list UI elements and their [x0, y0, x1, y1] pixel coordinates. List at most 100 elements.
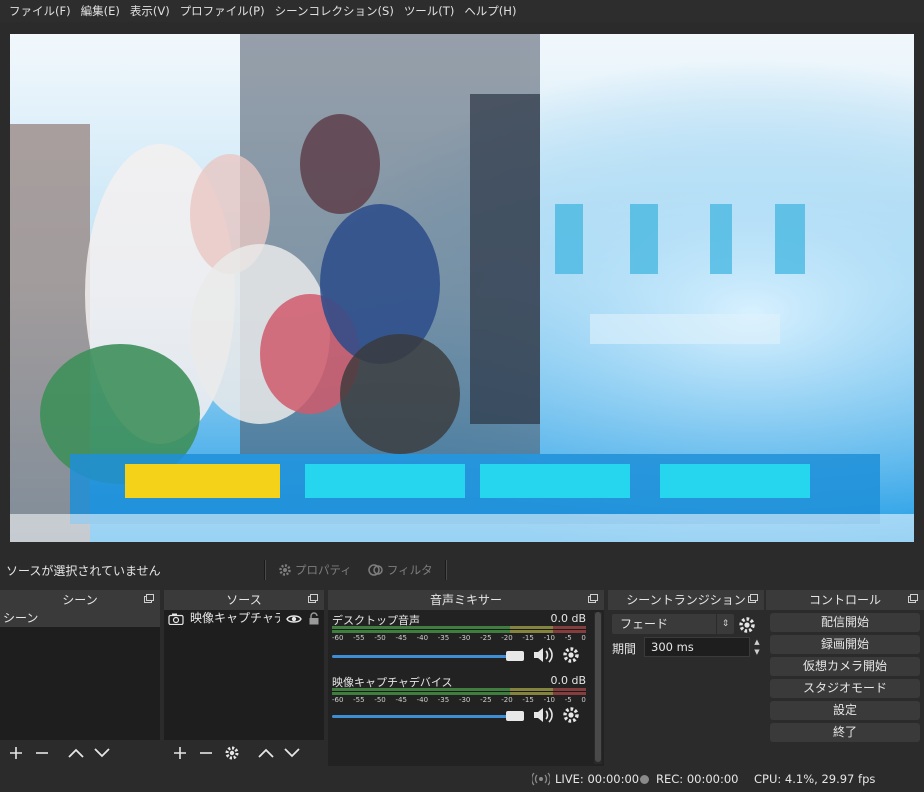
undock-icon[interactable]	[308, 594, 318, 603]
rec-status: REC: 00:00:00	[640, 772, 738, 786]
controls-body: 配信開始 録画開始 仮想カメラ開始 スタジオモード 設定 終了	[766, 610, 924, 766]
controls-dock-title: コントロール	[766, 590, 924, 610]
camera-icon	[168, 613, 184, 625]
properties-button[interactable]: プロパティ	[270, 562, 360, 578]
spin-down-icon[interactable]: ▼	[750, 647, 764, 657]
sources-footer	[164, 740, 324, 766]
filters-label: フィルタ	[386, 563, 433, 577]
preview-canvas[interactable]	[10, 34, 914, 542]
record-dot-icon	[640, 774, 649, 784]
transition-select[interactable]: フェード ⇕	[612, 614, 734, 634]
cpu-fps: CPU: 4.1%, 29.97 fps	[754, 772, 876, 786]
start-streaming-button[interactable]: 配信開始	[770, 613, 920, 632]
mixer-channel: 映像キャプチャデバイス 0.0 dB -60 -55 -50 -45 -40 -35 -…	[332, 674, 586, 734]
preview-image	[10, 34, 914, 542]
menu-edit[interactable]: 編集(E)	[76, 0, 125, 22]
volume-meter	[332, 688, 586, 695]
scenes-title: シーン	[62, 593, 98, 607]
duration-label: 期間	[612, 642, 637, 656]
chevron-down-icon	[94, 748, 110, 758]
sources-dock: ソース 映像キャプチャデバ	[164, 590, 324, 766]
menu-file[interactable]: ファイル(F)	[4, 0, 76, 22]
studio-mode-button[interactable]: スタジオモード	[770, 679, 920, 698]
filter-icon	[368, 564, 383, 576]
menu-help[interactable]: ヘルプ(H)	[459, 0, 521, 22]
duration-spinner[interactable]: ▲ ▼	[750, 637, 764, 657]
speaker-icon[interactable]	[532, 706, 554, 724]
live-time: LIVE: 00:00:00	[555, 772, 640, 786]
volume-slider[interactable]	[332, 711, 524, 721]
spin-up-icon[interactable]: ▲	[750, 637, 764, 647]
start-virtual-camera-button[interactable]: 仮想カメラ開始	[770, 657, 920, 676]
menu-scene-collection[interactable]: シーンコレクション(S)	[270, 0, 399, 22]
remove-source-button[interactable]	[194, 741, 218, 765]
channel-controls	[532, 646, 580, 664]
meter-ticks: -60 -55 -50 -45 -40 -35 -30 -25 -20 -15 -10 -5 0	[332, 634, 586, 642]
add-scene-button[interactable]	[4, 741, 28, 765]
filters-button[interactable]: フィルタ	[360, 562, 441, 578]
toolbar-separator	[444, 560, 447, 580]
settings-button[interactable]: 設定	[770, 701, 920, 720]
undock-icon[interactable]	[144, 594, 154, 603]
scenes-dock-title: シーン	[0, 590, 160, 610]
no-source-label: ソースが選択されていません	[6, 563, 161, 578]
scenes-dock: シーン シーン	[0, 590, 160, 766]
source-name: 映像キャプチャデバ	[190, 611, 280, 625]
scene-up-button[interactable]	[64, 741, 88, 765]
exit-button[interactable]: 終了	[770, 723, 920, 742]
chevron-updown-icon: ⇕	[716, 614, 734, 634]
duration-input[interactable]: 300 ms	[644, 637, 750, 657]
menu-tools[interactable]: ツール(T)	[399, 0, 460, 22]
source-toolbar: ソースが選択されていません プロパティ フィルタ	[0, 552, 924, 588]
channel-db: 0.0 dB	[550, 612, 586, 625]
rec-time: REC: 00:00:00	[656, 772, 739, 786]
volume-handle[interactable]	[506, 711, 524, 721]
channel-controls	[532, 706, 580, 724]
gear-icon[interactable]	[562, 646, 580, 664]
source-down-button[interactable]	[280, 741, 304, 765]
source-item[interactable]: 映像キャプチャデバ	[164, 610, 324, 627]
mixer-body: デスクトップ音声 0.0 dB -60 -55 -50 -45 -40 -35 -30-…	[328, 610, 604, 766]
volume-track	[332, 715, 515, 718]
transitions-title: シーントランジション	[626, 593, 746, 607]
add-source-button[interactable]	[168, 741, 192, 765]
transition-value: フェード	[620, 617, 669, 631]
controls-title: コントロール	[808, 593, 881, 607]
status-bar: LIVE: 00:00:00 REC: 00:00:00 CPU: 4.1%, …	[0, 766, 924, 792]
menu-view[interactable]: 表示(V)	[125, 0, 175, 22]
undock-icon[interactable]	[748, 594, 758, 603]
undock-icon[interactable]	[908, 594, 918, 603]
transitions-dock-title: シーントランジション	[608, 590, 764, 610]
eye-icon[interactable]	[286, 613, 302, 625]
controls-dock: コントロール 配信開始 録画開始 仮想カメラ開始 スタジオモード 設定 終了	[766, 590, 924, 766]
plus-icon	[10, 747, 22, 759]
menu-bar: ファイル(F) 編集(E) 表示(V) プロファイル(P) シーンコレクション(…	[0, 0, 924, 22]
volume-slider[interactable]	[332, 651, 524, 661]
volume-handle[interactable]	[506, 651, 524, 661]
remove-scene-button[interactable]	[30, 741, 54, 765]
gear-icon[interactable]	[562, 706, 580, 724]
source-up-button[interactable]	[254, 741, 278, 765]
scene-down-button[interactable]	[90, 741, 114, 765]
volume-track	[332, 655, 515, 658]
meter-ticks: -60 -55 -50 -45 -40 -35 -30 -25 -20 -15 -10 -5 0	[332, 696, 586, 704]
source-properties-button[interactable]	[220, 741, 244, 765]
toolbar-separator	[264, 560, 266, 580]
minus-icon	[36, 752, 48, 754]
scene-item[interactable]: シーン	[0, 610, 160, 627]
gear-icon	[279, 564, 291, 576]
lock-icon[interactable]	[308, 612, 320, 625]
gear-icon	[225, 746, 239, 760]
undock-icon[interactable]	[588, 594, 598, 603]
mixer-scrollbar[interactable]	[594, 612, 602, 764]
minus-icon	[200, 752, 212, 754]
gear-icon[interactable]	[738, 616, 756, 634]
mixer-title: 音声ミキサー	[429, 593, 502, 607]
speaker-icon[interactable]	[532, 646, 554, 664]
channel-db: 0.0 dB	[550, 674, 586, 687]
broadcast-icon	[532, 772, 550, 786]
transitions-body: フェード ⇕ 期間 300 ms ▲ ▼	[608, 610, 764, 766]
live-status: LIVE: 00:00:00	[532, 772, 639, 786]
start-recording-button[interactable]: 録画開始	[770, 635, 920, 654]
menu-profile[interactable]: プロファイル(P)	[175, 0, 270, 22]
